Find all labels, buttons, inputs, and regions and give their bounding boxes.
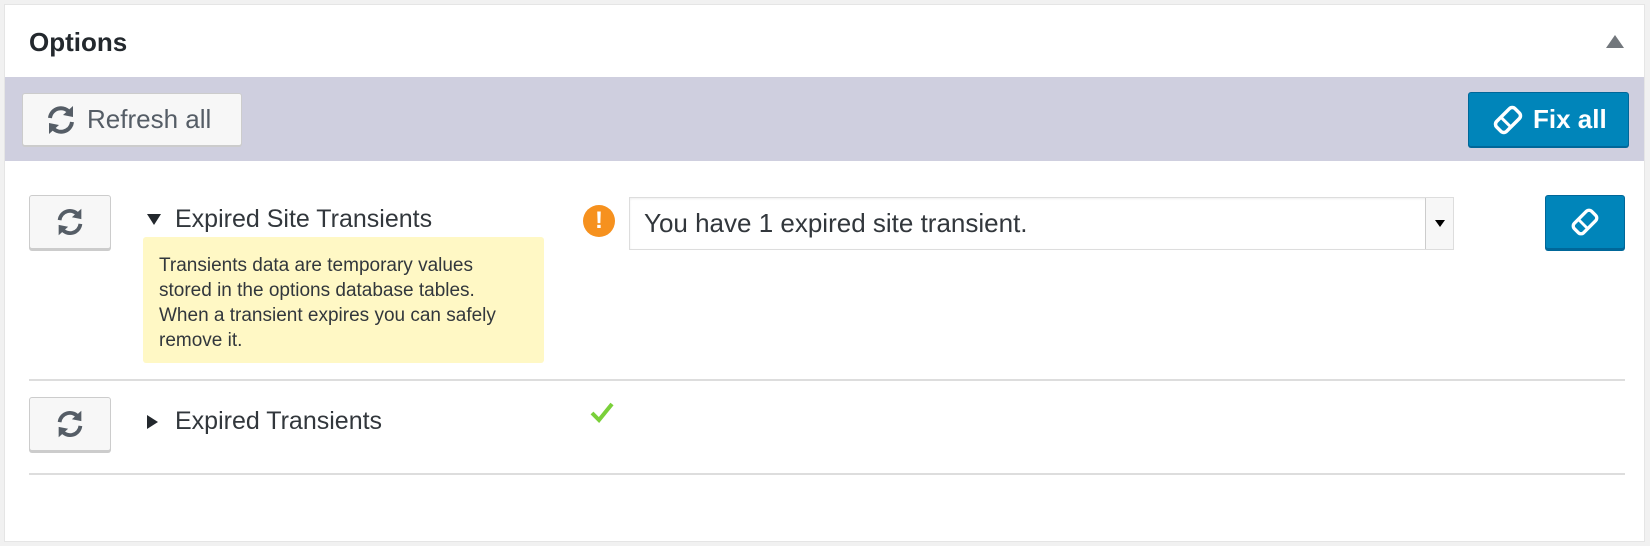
refresh-icon [48,105,74,134]
options-panel: Options Refresh all Fix all Expired Site… [4,4,1645,542]
row-refresh-button[interactable] [29,195,111,249]
chevron-down-icon [1434,220,1445,227]
toolbar: Refresh all Fix all [5,77,1644,161]
result-select-value: You have 1 expired site transient. [644,208,1028,238]
refresh-all-label: Refresh all [87,104,212,134]
option-row-expired-transients: Expired Transients [29,381,1625,475]
row-title: Expired Transients [175,407,383,435]
caret-right-icon [147,414,158,429]
panel-title: Options [29,27,128,57]
option-row-expired-site-transients: Expired Site Transients Transients data … [29,161,1625,381]
refresh-icon [57,410,83,438]
result-select[interactable]: You have 1 expired site transient. [629,197,1454,250]
fix-all-label: Fix all [1533,104,1607,134]
refresh-icon [57,208,83,236]
row-title: Expired Site Transients [175,205,433,233]
warning-icon: ! [583,205,615,237]
checkmark-icon [590,402,614,423]
fix-all-button[interactable]: Fix all [1468,92,1629,147]
help-tooltip: Transients data are temporary values sto… [143,237,544,363]
row-fix-button[interactable] [1545,195,1625,249]
row-toggle-expired-transients[interactable]: Expired Transients [147,407,382,436]
row-refresh-button[interactable] [29,397,111,451]
collapse-arrow-icon[interactable] [1606,35,1624,48]
refresh-all-button[interactable]: Refresh all [22,93,242,146]
select-arrow[interactable] [1425,198,1453,249]
panel-header: Options [5,5,1644,77]
eraser-icon [1571,208,1599,236]
eraser-icon [1493,105,1523,134]
caret-down-icon [147,214,161,225]
row-toggle-expired-site-transients[interactable]: Expired Site Transients [147,205,432,234]
